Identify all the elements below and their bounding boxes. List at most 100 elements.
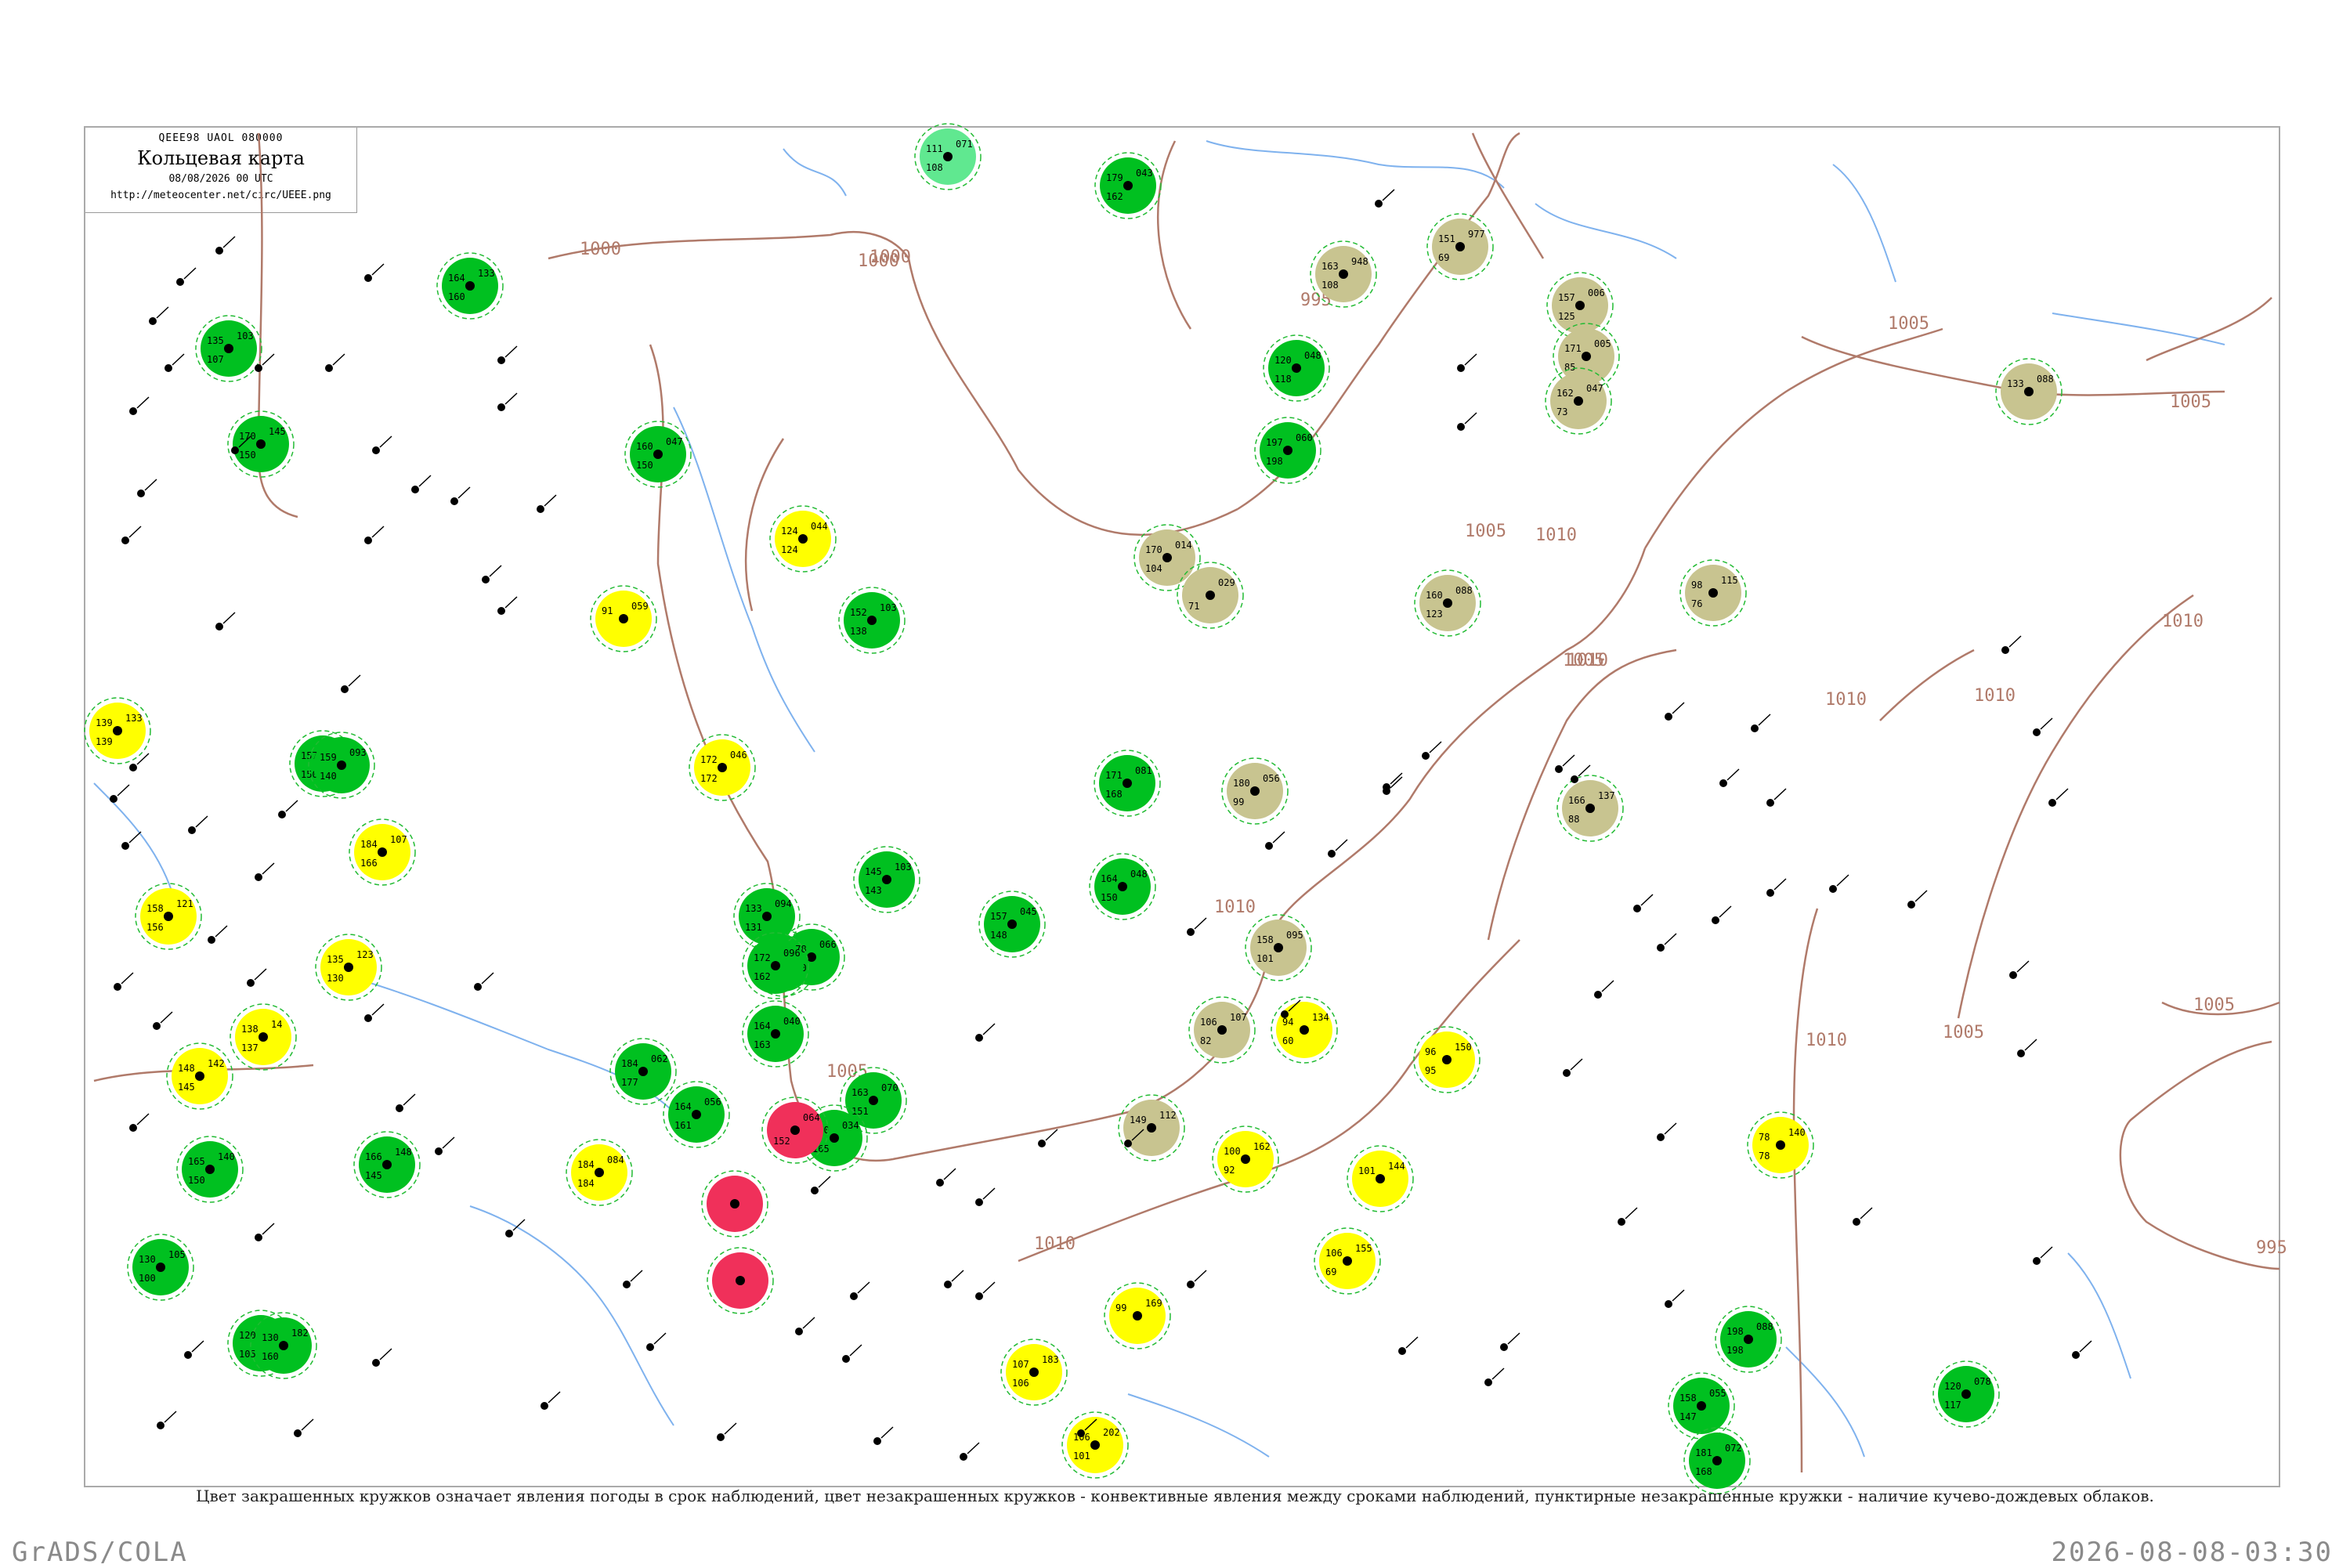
isobar-label: 1005 — [1465, 522, 1506, 541]
station-plot — [1633, 894, 1654, 912]
station-point — [364, 274, 372, 282]
station-dewpoint: 108 — [926, 162, 943, 173]
station-point — [873, 1437, 881, 1445]
station-rain: 184 107 166 — [349, 818, 416, 886]
station-point — [646, 1343, 654, 1351]
station-point — [540, 1402, 548, 1410]
station-shower: 111 071 108 — [914, 123, 982, 190]
station-plot — [137, 479, 157, 497]
station-point — [850, 1292, 858, 1300]
station-pressure: 162 — [1253, 1141, 1271, 1152]
station-point — [114, 983, 121, 991]
wind-barb — [1719, 905, 1732, 918]
station-rain: 139 133139 — [84, 697, 151, 764]
station-point — [1665, 1300, 1672, 1308]
cloud-cover-symbol — [224, 344, 233, 353]
cloud-cover-symbol — [762, 912, 772, 921]
wind-barb — [262, 1223, 275, 1235]
station-plot — [960, 1442, 980, 1461]
station-point — [505, 1230, 513, 1237]
station-dewpoint: 60 — [1282, 1035, 1293, 1046]
station-plot — [1657, 933, 1677, 952]
station-point — [341, 685, 349, 693]
station-temperature: 160 — [1426, 590, 1443, 601]
station-dewpoint: 184 — [577, 1178, 595, 1189]
wind-barb — [2055, 788, 2069, 800]
station-dewpoint: 69 — [1438, 252, 1449, 263]
cloud-cover-symbol — [1343, 1256, 1352, 1266]
station-point — [1618, 1218, 1625, 1226]
station-temperature: 163 — [851, 1087, 869, 1098]
station-point — [255, 873, 262, 881]
wind-barb — [2079, 1340, 2092, 1353]
river-line — [1127, 1393, 1270, 1458]
wind-barb — [222, 236, 236, 248]
cloud-cover-symbol — [638, 1067, 648, 1076]
station-dewpoint: 166 — [360, 858, 378, 869]
station-temperature: 184 — [621, 1058, 638, 1069]
station-plot — [1500, 1332, 1520, 1351]
station-dewpoint: 177 — [621, 1077, 638, 1088]
station-pressure: 169 — [1145, 1298, 1162, 1309]
station-pressure: 144 — [1388, 1161, 1405, 1172]
station-hail — [701, 1170, 768, 1237]
station-thunder: 120 048 118 — [1263, 334, 1330, 402]
station-temperature: 180 — [1233, 778, 1250, 789]
wind-barb — [951, 1270, 964, 1282]
station-point — [1563, 1069, 1571, 1077]
cloud-cover-symbol — [256, 439, 266, 449]
station-haze: 029 71 — [1177, 562, 1244, 629]
station-dewpoint: 148 — [990, 930, 1007, 941]
station-plot — [1766, 788, 1787, 807]
station-pressure: 140 — [218, 1151, 235, 1162]
station-plot — [1829, 874, 1849, 893]
isobar-label: 1005 — [2193, 995, 2235, 1015]
station-point — [795, 1328, 803, 1335]
cloud-cover-symbol — [790, 1125, 800, 1135]
station-point — [157, 1422, 164, 1429]
station-plot — [2072, 1340, 2092, 1359]
station-plot — [1665, 702, 1685, 721]
station-pressure: 046 — [730, 750, 747, 761]
station-temperature: 138 — [241, 1024, 258, 1035]
station-plot — [474, 972, 494, 991]
station-dewpoint: 73 — [1556, 406, 1567, 417]
station-pressure: 145 — [269, 426, 286, 437]
station-point — [208, 936, 215, 944]
isobar-line — [1957, 594, 2194, 1019]
station-pressure: 034 — [842, 1120, 859, 1131]
station-pressure: 133 — [478, 268, 495, 279]
station-rain: 99 169 — [1104, 1282, 1171, 1349]
station-point — [1853, 1218, 1860, 1226]
station-point — [623, 1281, 631, 1288]
station-plot — [2033, 1246, 2053, 1265]
wind-barb — [1429, 741, 1442, 753]
wind-barb — [1726, 768, 1740, 781]
station-pressure: 055 — [1709, 1388, 1726, 1399]
wind-barb — [403, 1093, 416, 1106]
wind-barb — [128, 526, 142, 538]
station-temperature: 158 — [146, 903, 164, 914]
station-dewpoint: 150 — [636, 460, 653, 471]
station-point — [1712, 916, 1719, 924]
station-plot — [149, 306, 169, 325]
isobar-label: 1000 — [858, 251, 899, 271]
station-dewpoint: 156 — [146, 922, 164, 933]
station-rain: 148 142 145 — [166, 1042, 233, 1110]
cloud-cover-symbol — [1697, 1401, 1706, 1411]
station-pressure: 140 — [1788, 1127, 1806, 1138]
station-plot — [497, 596, 518, 615]
station-plot — [176, 267, 197, 286]
station-point — [1665, 713, 1672, 721]
cloud-cover-symbol — [1961, 1389, 1971, 1399]
station-point — [944, 1281, 952, 1288]
station-dewpoint: 69 — [1325, 1266, 1336, 1277]
wind-barb — [982, 1187, 996, 1200]
station-dewpoint: 124 — [781, 544, 798, 555]
station-plot — [944, 1270, 964, 1288]
station-point — [2072, 1351, 2080, 1359]
station-pressure: 142 — [208, 1058, 225, 1069]
wind-barb — [1672, 702, 1685, 714]
station-dewpoint: 78 — [1759, 1151, 1770, 1162]
cloud-cover-symbol — [1455, 242, 1465, 251]
